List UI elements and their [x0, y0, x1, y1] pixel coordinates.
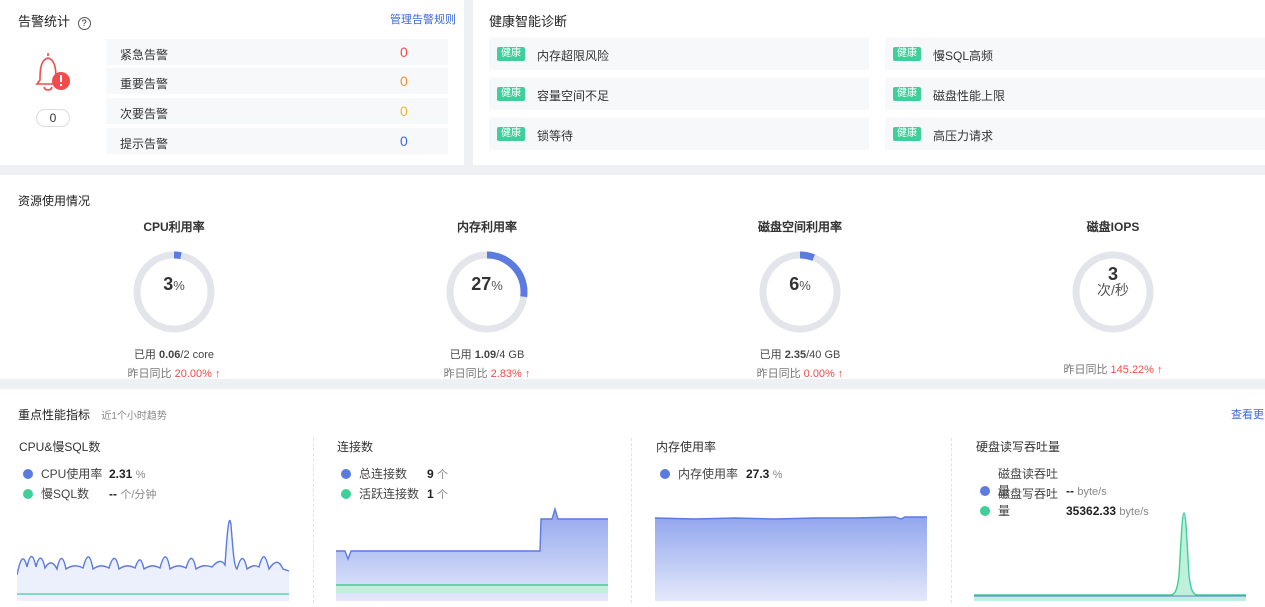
diagnosis-panel: 健康智能诊断 健康 内存超限风险 健康 慢SQL高频 健康 容量空间不足 健康 … [473, 0, 1265, 165]
legend-dot [660, 469, 670, 479]
connections-trend-chart [336, 506, 608, 601]
legend-item[interactable]: 慢SQL数 -- 个/分钟 [23, 485, 156, 502]
alarm-count: 0 [400, 73, 408, 89]
health-tag: 健康 [893, 127, 921, 141]
yesterday-compare: 昨日同比 0.00% ↑ [756, 368, 844, 380]
health-tag: 健康 [497, 87, 525, 101]
alarm-panel: 告警统计 ? 管理告警规则 0 紧急告警 0 重要告警 0 次要告警 0 提示告… [0, 0, 464, 165]
cpu-trend-chart [17, 519, 289, 601]
alarm-bell-icon [35, 53, 70, 91]
yesterday-compare: 昨日同比 20.00% ↑ [127, 368, 221, 380]
usage-detail: 已用 2.35/40 GB [759, 349, 841, 361]
alarm-row-info[interactable]: 提示告警 0 [106, 128, 448, 154]
usage-value: 3 [163, 274, 174, 294]
perf-subtitle: 近1个小时趋势 [101, 411, 167, 422]
diagnosis-item[interactable]: 健康 锁等待 [489, 118, 869, 150]
resource-cpu[interactable]: CPU利用率 3% 已用 0.06/2 core 昨日同比 20.00% ↑ [74, 218, 274, 381]
alarm-title: 告警统计 ? [18, 11, 91, 30]
alarm-total-badge: 0 [36, 109, 70, 127]
health-tag: 健康 [893, 87, 921, 101]
usage-detail: 已用 1.09/4 GB [449, 349, 525, 361]
alarm-count: 0 [400, 133, 408, 149]
yesterday-compare: 昨日同比 145.22% ↑ [1063, 364, 1163, 376]
usage-value: 27 [471, 274, 492, 294]
diagnosis-item[interactable]: 健康 容量空间不足 [489, 78, 869, 110]
health-tag: 健康 [893, 47, 921, 61]
usage-detail: 已用 0.06/2 core [133, 349, 215, 361]
legend-item[interactable]: 活跃连接数 1 个 [341, 485, 448, 502]
legend-item[interactable]: 内存使用率 27.3 % [660, 465, 782, 482]
usage-unit: % [173, 278, 185, 293]
perf-title: 重点性能指标 近1个小时趋势 [18, 408, 167, 422]
diagnosis-item[interactable]: 健康 磁盘性能上限 [885, 78, 1265, 110]
disk-throughput-trend-chart [974, 512, 1246, 601]
arrow-up-icon: ↑ [524, 368, 531, 380]
manage-alarm-rules-link[interactable]: 管理告警规则 [390, 11, 456, 27]
usage-unit: 次/秒 [1097, 282, 1129, 298]
health-tag: 健康 [497, 127, 525, 141]
diagnosis-title: 健康智能诊断 [489, 14, 568, 29]
legend-dot [23, 489, 33, 499]
diagnosis-item[interactable]: 健康 高压力请求 [885, 118, 1265, 150]
resource-title: 资源使用情况 [18, 194, 91, 208]
alarm-count: 0 [400, 44, 408, 60]
health-tag: 健康 [497, 47, 525, 61]
resource-disk-iops[interactable]: 磁盘IOPS 3 次/秒 - 昨日同比 145.22% ↑ [1013, 218, 1213, 377]
alarm-count: 0 [400, 103, 408, 119]
legend-dot [23, 469, 33, 479]
alarm-row-critical[interactable]: 紧急告警 0 [106, 39, 448, 65]
arrow-up-icon: ↑ [1157, 364, 1163, 376]
usage-value: 3 [1107, 264, 1118, 284]
usage-unit: % [799, 278, 811, 293]
alarm-row-minor[interactable]: 次要告警 0 [106, 98, 448, 124]
legend-item[interactable]: CPU使用率 2.31 % [23, 465, 145, 482]
memory-trend-chart [655, 516, 927, 601]
legend-item[interactable]: 总连接数 9 个 [341, 465, 448, 482]
diagnosis-item[interactable]: 健康 内存超限风险 [489, 38, 869, 70]
alarm-row-major[interactable]: 重要告警 0 [106, 68, 448, 94]
usage-value: 6 [789, 274, 800, 294]
diagnosis-item[interactable]: 健康 慢SQL高频 [885, 38, 1265, 70]
arrow-up-icon: ↑ [214, 368, 221, 380]
legend-dot [341, 489, 351, 499]
resource-disk-space[interactable]: 磁盘空间利用率 6% 已用 2.35/40 GB 昨日同比 0.00% ↑ [700, 218, 900, 381]
view-more-link[interactable]: 查看更多 [1231, 406, 1265, 422]
help-icon[interactable]: ? [77, 17, 91, 30]
yesterday-compare: 昨日同比 2.83% ↑ [443, 368, 531, 380]
resource-memory[interactable]: 内存利用率 27% 已用 1.09/4 GB 昨日同比 2.83% ↑ [387, 218, 587, 381]
legend-dot [341, 469, 351, 479]
arrow-up-icon: ↑ [837, 368, 844, 380]
usage-unit: % [491, 278, 503, 293]
